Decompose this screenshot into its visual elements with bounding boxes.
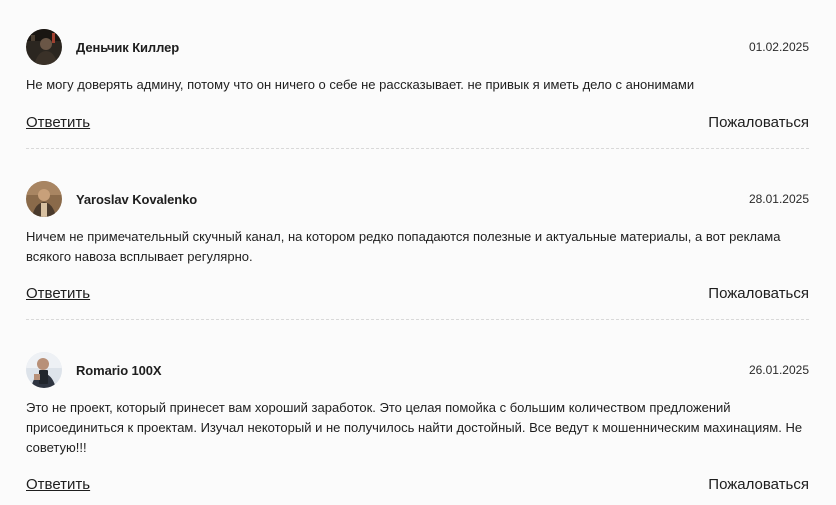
comment-divider [26,148,809,149]
comment-date: 26.01.2025 [748,363,809,377]
avatar[interactable] [26,181,62,217]
comment-text: Это не проект, который принесет вам хоро… [26,400,803,455]
avatar[interactable] [26,29,62,65]
comment-actions: Ответить Пожаловаться [26,114,809,131]
reply-link[interactable]: Ответить [26,285,90,302]
comment-text: Не могу доверять админу, потому что он н… [26,77,695,92]
avatar[interactable] [26,352,62,388]
comment-item: Yaroslav Kovalenko 28.01.2025 Ничем не п… [26,181,809,267]
comment-author: Romario 100X [76,362,162,378]
comment-header: Деньчик Киллер 01.02.2025 [26,29,809,65]
report-link[interactable]: Пожаловаться [708,114,809,131]
comment-item: Romario 100X 26.01.2025 Это не проект, к… [26,352,809,458]
avatar-image [26,352,62,388]
comment-divider [26,319,809,320]
report-link[interactable]: Пожаловаться [708,476,809,493]
comment-author: Yaroslav Kovalenko [76,191,198,207]
comment-date: 01.02.2025 [748,40,809,54]
comment-item: Деньчик Киллер 01.02.2025 Не могу доверя… [26,29,809,95]
reply-link[interactable]: Ответить [26,476,90,493]
report-link[interactable]: Пожаловаться [708,285,809,302]
comment-actions: Ответить Пожаловаться [26,476,809,493]
comment-author: Деньчик Киллер [76,39,180,55]
comment-header: Yaroslav Kovalenko 28.01.2025 [26,181,809,217]
avatar-image [26,181,62,217]
comment-text: Ничем не примечательный скучный канал, н… [26,229,781,264]
reply-link[interactable]: Ответить [26,114,90,131]
comment-header: Romario 100X 26.01.2025 [26,352,809,388]
comment-date: 28.01.2025 [748,192,809,206]
comment-actions: Ответить Пожаловаться [26,285,809,302]
avatar-image [26,29,62,65]
